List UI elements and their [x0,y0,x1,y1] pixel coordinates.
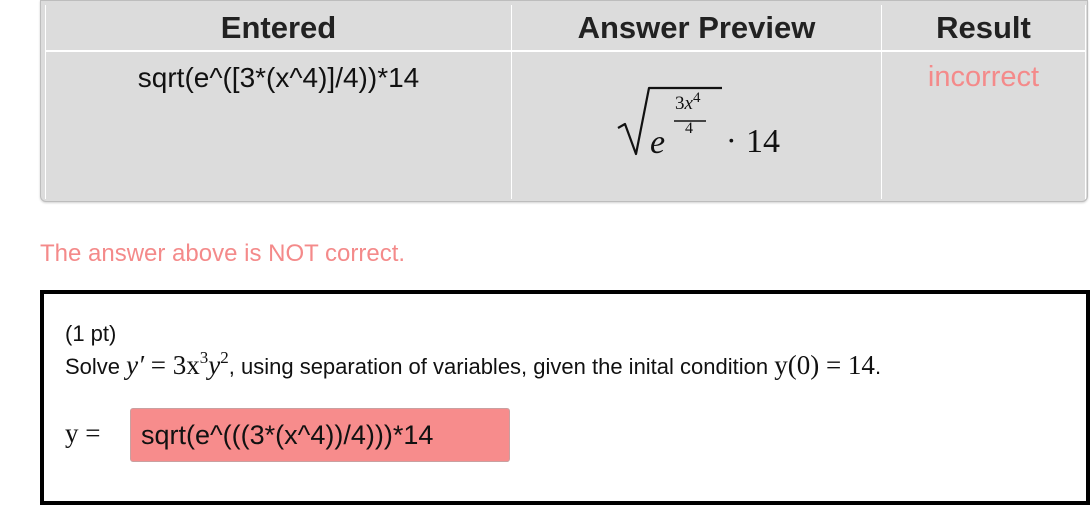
results-table-grid: Entered Answer Preview Result sqrt(e^([3… [45,5,1086,199]
eq-x-exp: 3 [199,348,209,367]
answer-label: y = [65,418,101,448]
results-header-row: Entered Answer Preview Result [45,5,1086,52]
result-status: incorrect [881,51,1086,199]
preview-exp-power: 4 [692,90,701,106]
answer-preview-header: Answer Preview [511,5,882,52]
problem-box: (1 pt) Solve y′ = 3x3y2, using separatio… [40,290,1090,505]
eq-lhs: y′ [126,350,145,380]
problem-points: (1 pt) [65,321,117,346]
eq-y: y [208,350,221,380]
answer-preview-math: e 3x4 4 · 14 [616,82,796,162]
preview-exp-coef: 3x [675,93,693,114]
preview-exp-denominator: 4 [685,120,693,137]
eq-y-exp: 2 [220,348,229,367]
status-message: The answer above is NOT correct. [40,240,406,267]
answer-input[interactable] [130,408,510,462]
result-header: Result [881,5,1086,52]
statement-equation: y′ = 3x3y2 [126,348,229,380]
eq-coef-x: 3x [172,350,200,380]
eq-equals: = [144,350,173,380]
preview-base: e [650,124,666,161]
initial-condition: y(0) = 14 [774,350,875,380]
statement-suffix: . [874,354,882,379]
preview-operator: · [726,122,737,158]
answer-preview-cell: e 3x4 4 · 14 [511,51,882,199]
entered-header: Entered [45,5,512,52]
problem-statement: Solve y′ = 3x3y2, using separation of va… [65,348,882,381]
results-row: sqrt(e^([3*(x^4)]/4))*14 e 3x4 4 · 14 in… [45,51,1086,199]
attempt-results-table: Entered Answer Preview Result sqrt(e^([3… [40,0,1088,202]
statement-middle: , using separation of variables, given t… [228,354,775,379]
preview-factor: 14 [746,123,780,160]
entered-answer: sqrt(e^([3*(x^4)]/4))*14 [45,51,512,199]
statement-prefix: Solve [65,354,127,379]
preview-exp-numerator: 3x4 [675,90,701,115]
